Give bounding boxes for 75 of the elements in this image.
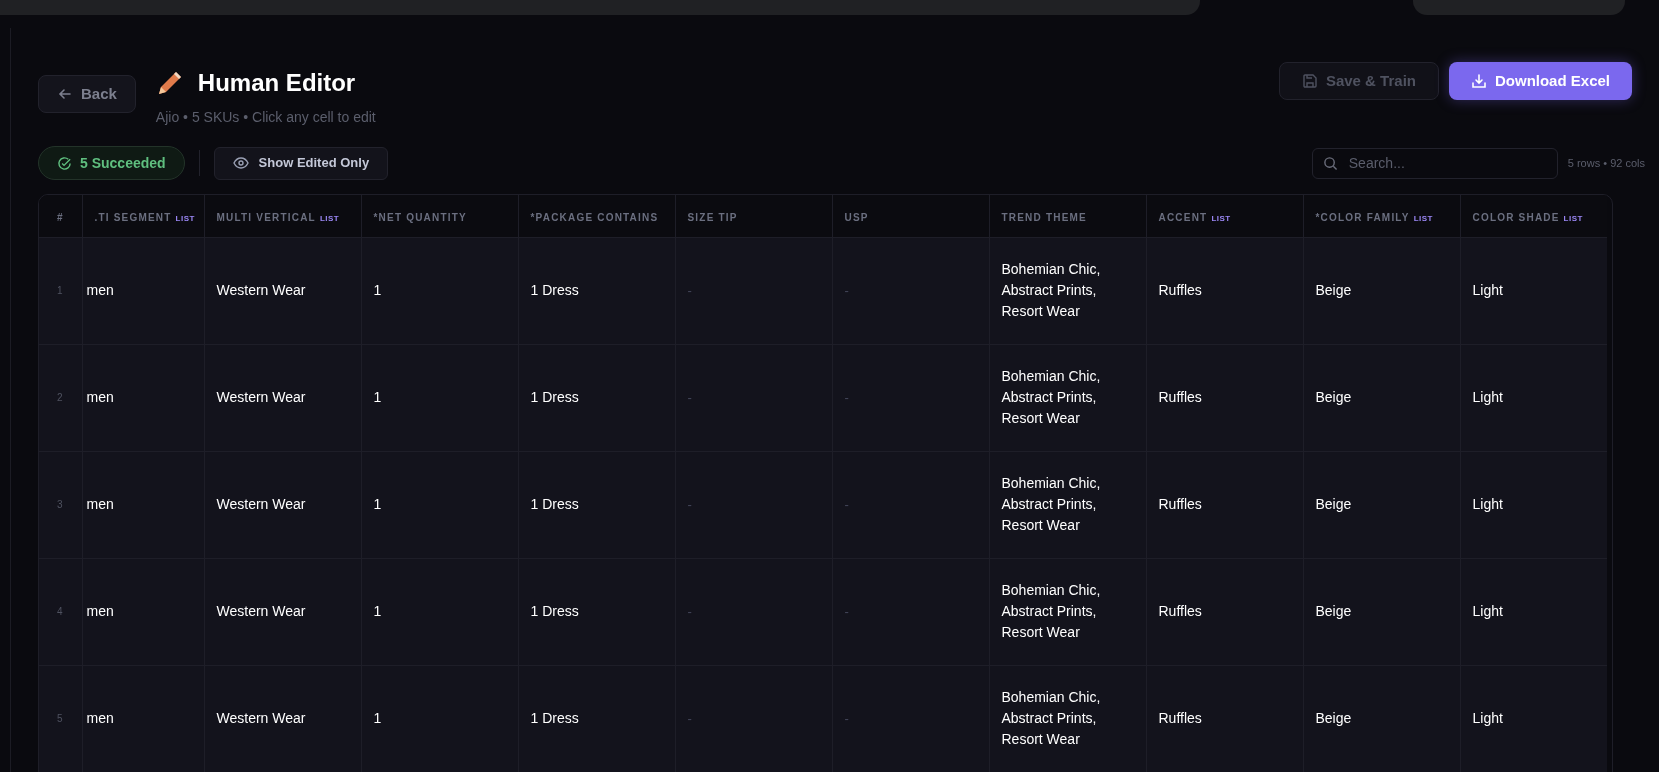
table-cell[interactable]: Light bbox=[1460, 451, 1607, 558]
table-cell[interactable]: Bohemian Chic, Abstract Prints, Resort Wear bbox=[989, 237, 1146, 344]
column-header[interactable]: TREND THEME bbox=[1001, 211, 1087, 223]
show-edited-only-button[interactable]: Show Edited Only bbox=[213, 146, 389, 180]
row-number: 4 bbox=[39, 558, 82, 665]
table-cell[interactable]: men bbox=[82, 451, 204, 558]
eye-icon bbox=[232, 155, 249, 171]
list-tag: LIST bbox=[1413, 213, 1433, 223]
list-tag: LIST bbox=[1211, 213, 1231, 223]
row-number: 3 bbox=[39, 451, 82, 558]
table-cell[interactable]: Western Wear bbox=[204, 237, 361, 344]
column-header[interactable]: *NET QUANTITY bbox=[373, 211, 467, 223]
table-cell[interactable]: 1 bbox=[361, 237, 518, 344]
status-pill: 5 Succeeded bbox=[38, 146, 185, 180]
table-cell[interactable]: Western Wear bbox=[204, 558, 361, 665]
list-tag: LIST bbox=[1563, 213, 1583, 223]
table-cell[interactable]: 1 Dress bbox=[518, 451, 675, 558]
column-header[interactable]: *COLOR FAMILY bbox=[1315, 211, 1410, 223]
check-circle-icon bbox=[57, 155, 72, 171]
download-icon bbox=[1470, 73, 1487, 89]
table-cell[interactable]: Western Wear bbox=[204, 344, 361, 451]
column-header[interactable]: COLOR SHADE bbox=[1472, 211, 1560, 223]
table-cell[interactable]: men bbox=[82, 344, 204, 451]
row-number: 2 bbox=[39, 344, 82, 451]
table-cell[interactable]: Bohemian Chic, Abstract Prints, Resort Wear bbox=[989, 558, 1146, 665]
table-cell[interactable]: Light bbox=[1460, 237, 1607, 344]
table-cell[interactable]: Bohemian Chic, Abstract Prints, Resort Wear bbox=[989, 344, 1146, 451]
table-cell[interactable]: Bohemian Chic, Abstract Prints, Resort Wear bbox=[989, 451, 1146, 558]
column-header[interactable]: # bbox=[57, 211, 64, 223]
table-cell[interactable]: Beige bbox=[1303, 451, 1460, 558]
table-cell[interactable]: men bbox=[82, 237, 204, 344]
table-cell[interactable]: Western Wear bbox=[204, 451, 361, 558]
table-summary: 5 rows • 92 cols bbox=[1567, 155, 1645, 171]
table-cell[interactable]: Light bbox=[1460, 344, 1607, 451]
column-header[interactable]: .TI SEGMENT bbox=[94, 211, 172, 223]
table-cell[interactable]: Light bbox=[1460, 665, 1607, 772]
column-header[interactable]: USP bbox=[844, 211, 869, 223]
table-cell[interactable]: Ruffles bbox=[1146, 451, 1303, 558]
column-header[interactable]: *PACKAGE CONTAINS bbox=[530, 211, 659, 223]
search-icon bbox=[1322, 155, 1338, 171]
table-cell[interactable]: Western Wear bbox=[204, 665, 361, 772]
column-header[interactable]: SIZE TIP bbox=[687, 211, 738, 223]
table-cell[interactable]: 1 Dress bbox=[518, 665, 675, 772]
table-cell[interactable]: Ruffles bbox=[1146, 237, 1303, 344]
table-cell[interactable]: men bbox=[82, 665, 204, 772]
download-excel-button[interactable]: Download Excel bbox=[1448, 62, 1632, 100]
list-tag: LIST bbox=[175, 213, 195, 223]
table-cell[interactable]: 1 Dress bbox=[518, 558, 675, 665]
page-subtitle: Ajio • 5 SKUs • Click any cell to edit bbox=[155, 108, 376, 127]
table-cell[interactable]: Ruffles bbox=[1146, 344, 1303, 451]
table-cell[interactable]: Light bbox=[1460, 558, 1607, 665]
arrow-left-icon bbox=[57, 86, 73, 102]
table-cell[interactable]: Bohemian Chic, Abstract Prints, Resort Wear bbox=[989, 665, 1146, 772]
table-cell[interactable]: Beige bbox=[1303, 665, 1460, 772]
table-cell[interactable]: men bbox=[82, 558, 204, 665]
column-header[interactable]: MULTI VERTICAL bbox=[216, 211, 316, 223]
row-number: 5 bbox=[39, 665, 82, 772]
table-cell[interactable]: Ruffles bbox=[1146, 558, 1303, 665]
list-tag: LIST bbox=[319, 213, 340, 223]
table-cell[interactable]: Beige bbox=[1303, 344, 1460, 451]
column-header[interactable]: ACCENT bbox=[1158, 211, 1208, 223]
table-cell[interactable]: 1 bbox=[361, 451, 518, 558]
table-cell[interactable]: Beige bbox=[1303, 558, 1460, 665]
table-cell[interactable]: 1 Dress bbox=[518, 237, 675, 344]
search-field[interactable]: Search... bbox=[1311, 147, 1558, 179]
back-button[interactable]: Back bbox=[38, 75, 136, 113]
page-title: Human Editor bbox=[197, 68, 356, 98]
table-cell[interactable]: 1 bbox=[361, 558, 518, 665]
table-cell[interactable]: 1 bbox=[361, 665, 518, 772]
row-number: 1 bbox=[39, 237, 82, 344]
table-cell[interactable]: 1 Dress bbox=[518, 344, 675, 451]
table-cell[interactable]: Ruffles bbox=[1146, 665, 1303, 772]
table-cell[interactable]: 1 bbox=[361, 344, 518, 451]
save-icon bbox=[1301, 73, 1318, 89]
table-cell[interactable]: Beige bbox=[1303, 237, 1460, 344]
